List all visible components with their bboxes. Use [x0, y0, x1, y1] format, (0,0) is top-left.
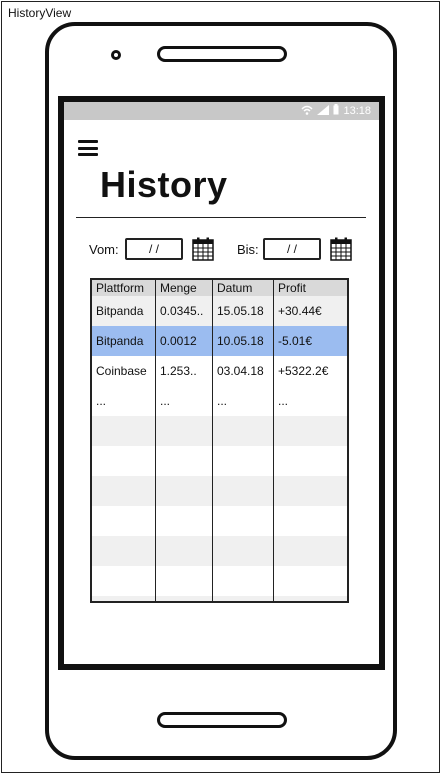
to-date-label: Bis:: [237, 242, 259, 257]
table-row[interactable]: Coinbase 1.253.. 03.04.18 +5322.2€: [92, 356, 347, 386]
empty-row: [92, 446, 347, 476]
cell-profit: +5322.2€: [278, 364, 329, 378]
column-header[interactable]: Profit: [274, 280, 347, 296]
cell-date: 15.05.18: [213, 296, 274, 326]
empty-row: [92, 506, 347, 536]
status-bar: 13:18: [64, 102, 379, 120]
window-title: HistoryView: [8, 6, 72, 20]
phone-screen: 13:18 History Vom: / / Bis: / / Plattfor…: [58, 96, 385, 670]
cell-amount: 0.0012: [156, 326, 213, 356]
column-header[interactable]: Plattform: [92, 280, 156, 296]
battery-icon: [333, 104, 339, 118]
cell-date: ...: [213, 386, 274, 416]
cell-date: 03.04.18: [213, 356, 274, 386]
calendar-icon[interactable]: [330, 237, 352, 261]
wifi-icon: [301, 105, 313, 118]
home-button[interactable]: [157, 712, 287, 728]
empty-row: [92, 566, 347, 596]
table-row[interactable]: Bitpanda 0.0012 10.05.18 -5.01€: [92, 326, 347, 356]
empty-row: [92, 416, 347, 446]
from-date-label: Vom:: [89, 242, 119, 257]
cell-date: 10.05.18: [213, 326, 274, 356]
cell-platform: ...: [92, 386, 156, 416]
empty-row: [92, 596, 347, 601]
table-row[interactable]: Bitpanda 0.0345.. 15.05.18 +30.44€: [92, 296, 347, 326]
cell-amount: 1.253..: [156, 356, 213, 386]
column-header[interactable]: Datum: [213, 280, 274, 296]
empty-row: [92, 476, 347, 506]
status-time: 13:18: [343, 105, 371, 117]
cell-profit: -5.01€: [278, 334, 313, 348]
history-table: Plattform Menge Datum Profit Bitpanda 0.…: [90, 278, 349, 603]
calendar-icon[interactable]: [192, 237, 214, 261]
cell-amount: ...: [156, 386, 213, 416]
cell-platform: Coinbase: [92, 356, 156, 386]
camera-icon: [111, 50, 121, 60]
table-header: Plattform Menge Datum Profit: [92, 280, 347, 296]
signal-icon: [317, 104, 330, 118]
speaker-slot: [157, 46, 287, 62]
cell-amount: 0.0345..: [156, 296, 213, 326]
cell-profit: ...: [278, 394, 289, 408]
page-title: History: [100, 164, 228, 205]
from-date-field[interactable]: / /: [125, 238, 183, 260]
table-row[interactable]: ... ... ... ...: [92, 386, 347, 416]
column-header[interactable]: Menge: [156, 280, 213, 296]
cell-platform: Bitpanda: [92, 326, 156, 356]
cell-profit: +30.44€: [278, 304, 322, 318]
to-date-field[interactable]: / /: [263, 238, 321, 260]
hamburger-icon[interactable]: [78, 140, 98, 156]
empty-row: [92, 536, 347, 566]
title-divider: [76, 217, 366, 218]
cell-platform: Bitpanda: [92, 296, 156, 326]
